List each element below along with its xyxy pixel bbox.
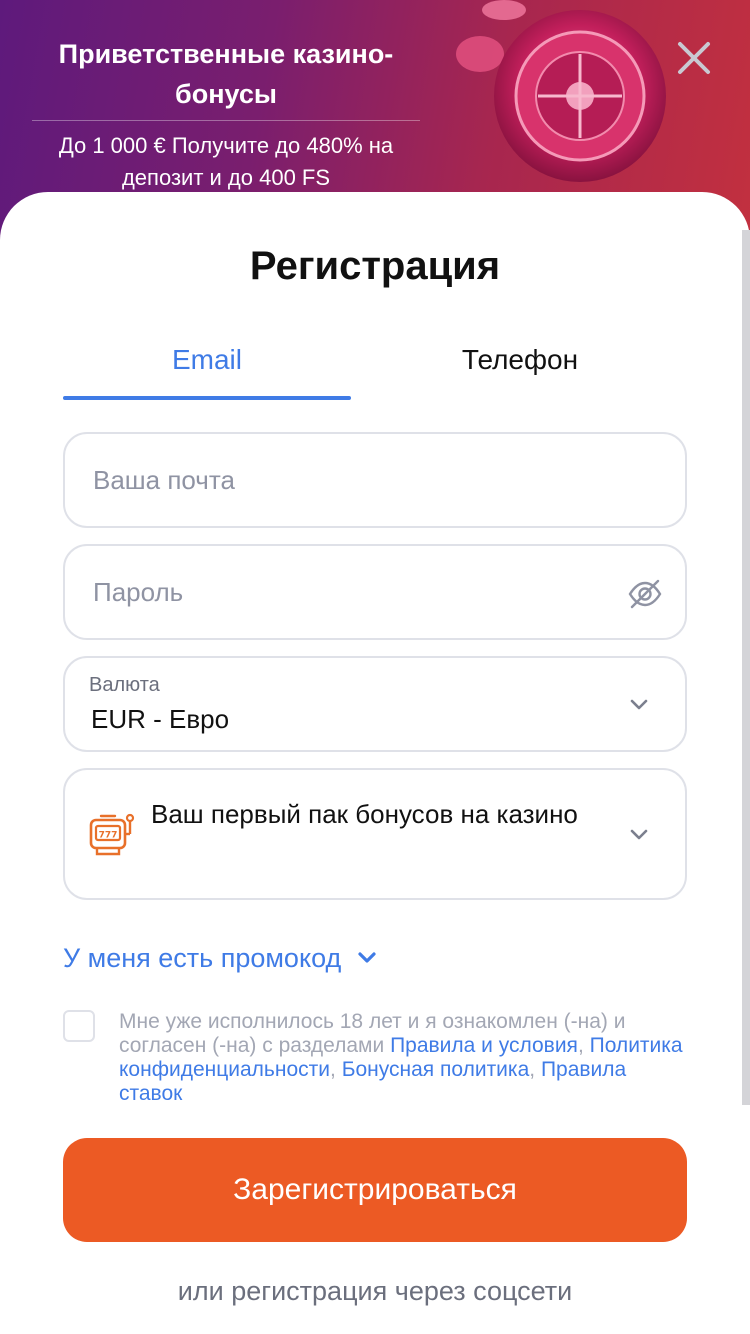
currency-value: EUR - Евро	[91, 704, 230, 734]
roulette-wheel-icon	[456, 0, 666, 182]
password-field	[63, 544, 687, 640]
agreement-text: Мне уже исполнилось 18 лет и я ознакомле…	[119, 1010, 683, 1105]
tab-email[interactable]: Email	[63, 336, 351, 400]
email-input[interactable]	[93, 434, 593, 526]
chevron-down-icon	[630, 699, 648, 710]
link-terms[interactable]: Правила и условия	[390, 1034, 578, 1057]
bonus-text: Ваш первый пак бонусов на казино	[151, 799, 578, 829]
banner-subtitle: До 1 000 € Получите до 480% на депозит и…	[58, 133, 394, 190]
email-field	[63, 432, 687, 528]
register-button[interactable]: Зарегистрироваться	[63, 1138, 687, 1242]
chevron-down-icon	[630, 829, 648, 840]
social-register-label: или регистрация через соцсети	[177, 1276, 573, 1306]
svg-text:777: 777	[99, 831, 118, 841]
close-icon[interactable]	[672, 36, 716, 80]
password-input[interactable]	[93, 546, 593, 638]
promo-code-label: У меня есть промокод	[63, 942, 342, 973]
currency-label: Валюта	[89, 674, 160, 696]
promo-code-toggle[interactable]: У меня есть промокод	[63, 938, 379, 978]
banner-title: Приветственные казино-бонусы	[58, 39, 394, 109]
page-title: Регистрация	[249, 244, 501, 288]
link-bonus-policy[interactable]: Бонусная политика	[342, 1058, 530, 1081]
currency-select[interactable]: Валюта EUR - Евро	[63, 656, 687, 752]
eye-slash-icon[interactable]	[627, 576, 663, 612]
active-tab-indicator	[63, 396, 351, 400]
slot-machine-icon: 777	[89, 813, 135, 856]
age-consent-checkbox[interactable]	[63, 1010, 95, 1042]
tab-phone[interactable]: Телефон	[375, 336, 665, 400]
banner-divider	[32, 120, 420, 121]
chevron-down-icon	[358, 952, 376, 963]
scrollbar[interactable]	[742, 230, 750, 1105]
bonus-select[interactable]: 777 Ваш первый пак бонусов на казино	[63, 768, 687, 900]
